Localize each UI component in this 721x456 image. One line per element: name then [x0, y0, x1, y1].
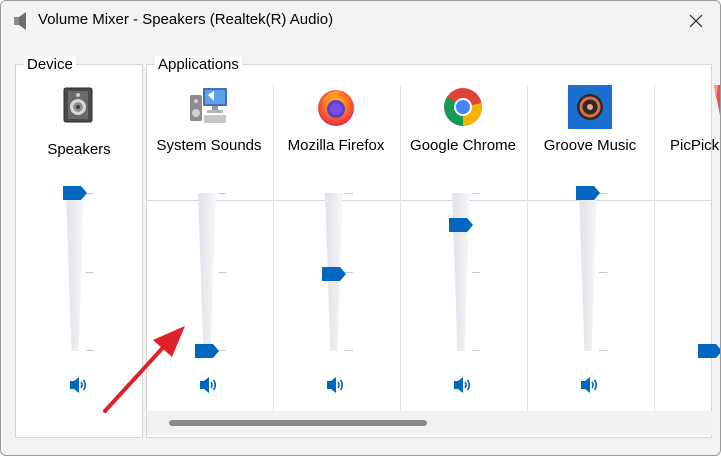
speaker-device-icon: [63, 87, 93, 123]
mute-button-speaker-icon[interactable]: [578, 375, 602, 395]
slider-thumb[interactable]: [576, 186, 600, 200]
device-channel: Speakers: [16, 85, 142, 411]
app-label: System Sounds: [156, 137, 262, 154]
slider-track-body: [579, 193, 597, 351]
app-label: Google Chrome: [410, 137, 516, 154]
scrollbar-thumb[interactable]: [169, 420, 427, 426]
app-label: Groove Music: [543, 137, 637, 154]
app-channel: Mozilla Firefox: [273, 85, 399, 411]
firefox-icon: [314, 85, 358, 129]
slider-tick: [345, 272, 353, 273]
slider-tick: [472, 272, 480, 273]
slider-tick: [345, 350, 353, 351]
app-channel: Groove Music: [527, 85, 653, 411]
mute-button-speaker-icon[interactable]: [451, 375, 475, 395]
slider-thumb[interactable]: [322, 266, 346, 281]
slider-tick: [472, 350, 480, 351]
slider-thumb[interactable]: [63, 186, 87, 200]
app-volume-slider[interactable]: [322, 193, 353, 351]
slider-tick: [472, 193, 480, 194]
slider-thumb[interactable]: [449, 217, 473, 232]
app-channel: System Sounds: [146, 85, 272, 411]
mute-button-speaker-icon[interactable]: [67, 375, 91, 395]
close-button[interactable]: [672, 1, 720, 41]
horizontal-scrollbar[interactable]: [147, 411, 712, 435]
chrome-icon: [441, 85, 485, 129]
slider-tick: [86, 193, 94, 194]
slider-track-body: [198, 193, 216, 351]
mute-button-speaker-icon[interactable]: [197, 375, 221, 395]
device-group-label: Device: [24, 56, 76, 73]
slider-tick: [218, 350, 226, 351]
applications-group-label: Applications: [155, 56, 242, 73]
slider-track-body: [66, 193, 84, 351]
app-volume-slider[interactable]: [449, 193, 480, 351]
slider-tick: [86, 272, 94, 273]
slider-thumb[interactable]: [195, 344, 219, 358]
slider-tick: [345, 193, 353, 194]
app-volume-slider[interactable]: [576, 186, 607, 351]
picpick-icon: [684, 85, 720, 129]
slider-tick: [218, 193, 226, 194]
app-label: Mozilla Firefox: [287, 137, 385, 154]
volume-mixer-app-icon: [14, 12, 26, 30]
volume-mixer-window: Volume Mixer - Speakers (Realtek(R) Audi…: [0, 0, 721, 456]
slider-tick: [599, 350, 607, 351]
groove-music-icon: [568, 85, 612, 129]
mute-button-speaker-icon[interactable]: [324, 375, 348, 395]
window-title: Volume Mixer - Speakers (Realtek(R) Audi…: [38, 11, 334, 28]
slider-tick: [86, 350, 94, 351]
slider-tick: [599, 193, 607, 194]
title-bar: Volume Mixer - Speakers (Realtek(R) Audi…: [1, 1, 720, 41]
slider-tick: [599, 272, 607, 273]
device-volume-slider[interactable]: [63, 186, 94, 351]
app-channel: Google Chrome: [400, 85, 526, 411]
slider-tick: [218, 272, 226, 273]
slider-thumb[interactable]: [698, 344, 721, 358]
app-channel: PicPick: [654, 85, 720, 411]
device-label: Speakers: [47, 141, 111, 158]
app-volume-slider[interactable]: [195, 193, 226, 358]
app-label: PicPick: [670, 137, 720, 154]
system-sounds-icon: [187, 85, 231, 129]
close-icon: [689, 14, 703, 28]
app-volume-slider[interactable]: [654, 193, 720, 358]
